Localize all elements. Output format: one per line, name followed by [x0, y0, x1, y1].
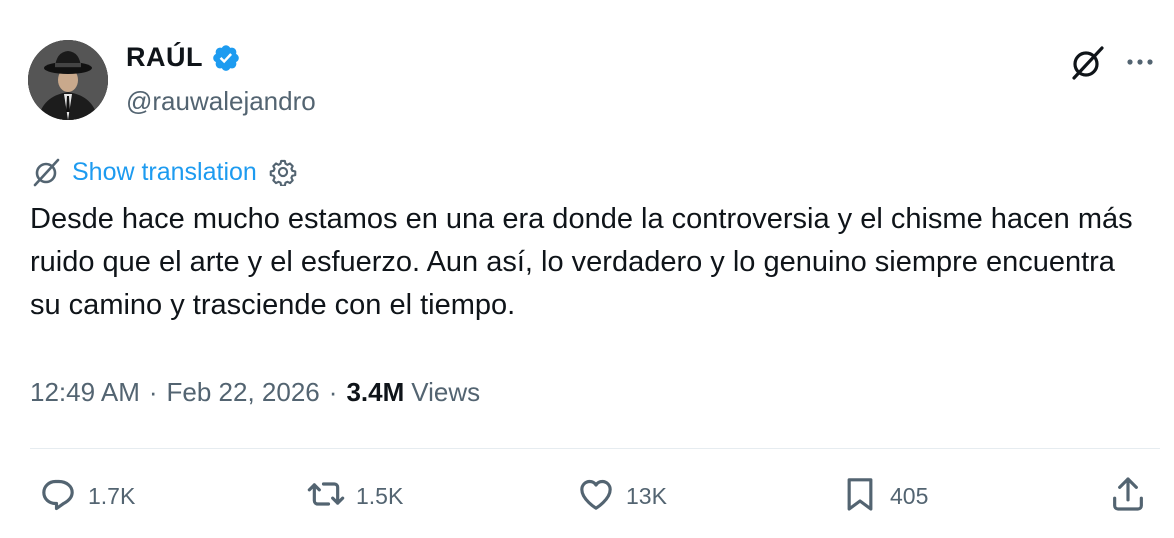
avatar[interactable]: [28, 40, 108, 120]
author-name[interactable]: RAÚL: [126, 42, 203, 73]
bookmark-count: 405: [890, 483, 929, 509]
reply-count: 1.7K: [88, 483, 136, 509]
post-time[interactable]: 12:49 AM: [30, 377, 140, 408]
show-translation-link[interactable]: Show translation: [72, 158, 257, 187]
reply-button[interactable]: 1.7K: [38, 474, 135, 519]
post-date[interactable]: Feb 22, 2026: [167, 377, 320, 408]
bookmark-icon: [840, 474, 880, 519]
gear-icon[interactable]: [269, 158, 297, 187]
repost-count: 1.5K: [356, 483, 404, 509]
action-bar: 1.7K 1.5K 13K 405: [0, 474, 1174, 524]
repost-icon: [306, 474, 346, 519]
divider: [30, 448, 1160, 449]
share-icon: [1108, 474, 1148, 519]
heart-icon: [576, 474, 616, 519]
author-name-row[interactable]: RAÚL: [126, 42, 241, 73]
translate-icon: [30, 156, 62, 188]
post-text: Desde hace mucho estamos en una era dond…: [30, 203, 1133, 321]
like-button[interactable]: 13K: [576, 474, 667, 519]
bookmark-button[interactable]: 405: [840, 474, 928, 519]
author-handle[interactable]: @rauwalejandro: [126, 86, 316, 117]
like-count: 13K: [626, 483, 667, 509]
verified-badge-icon[interactable]: [211, 43, 241, 73]
post: RAÚL @rauwalejandro Show translation Des…: [0, 0, 1174, 538]
reply-icon: [38, 474, 78, 519]
views-count[interactable]: 3.4M: [346, 377, 404, 408]
grok-icon[interactable]: [1068, 44, 1106, 82]
meta-separator: ·: [328, 377, 338, 407]
views-label[interactable]: Views: [411, 377, 480, 408]
post-meta: 12:49 AM · Feb 22, 2026 · 3.4M Views: [30, 377, 480, 408]
share-button[interactable]: [1108, 474, 1148, 519]
repost-button[interactable]: 1.5K: [306, 474, 403, 519]
meta-separator: ·: [148, 377, 158, 407]
more-icon[interactable]: [1122, 44, 1158, 80]
translate-row: Show translation: [30, 156, 297, 188]
